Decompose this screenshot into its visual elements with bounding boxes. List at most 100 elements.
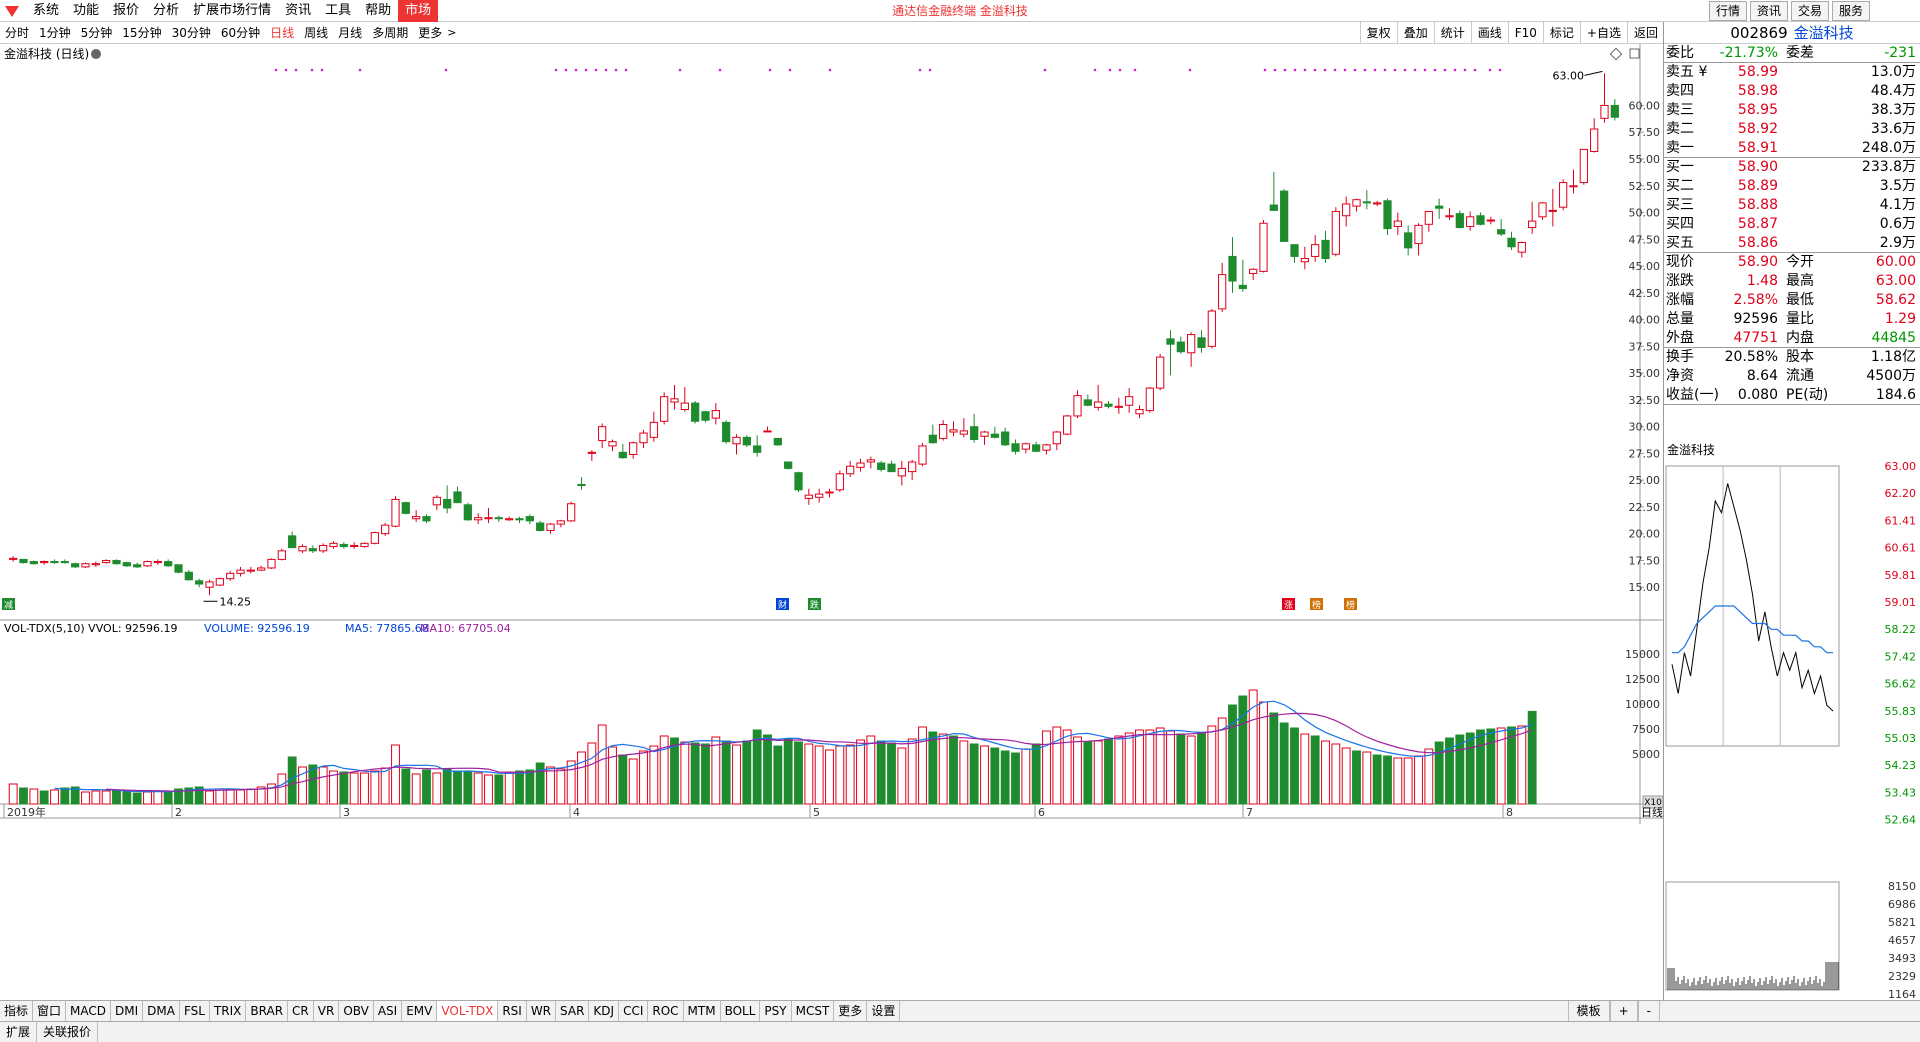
indicator-tab[interactable]: TRIX [210,1001,247,1021]
indicator-tab[interactable]: 指标 [0,1001,34,1021]
indicator-tool-button[interactable]: 模板 [1567,1001,1610,1021]
tab-extend[interactable]: 扩展 [0,1022,38,1042]
dropdown-icon[interactable] [91,49,101,59]
volume-bar [608,746,617,805]
candle-body [246,569,255,572]
btn-trade[interactable]: 交易 [1790,1,1829,21]
tool-draw[interactable]: 画线 [1470,22,1508,44]
period-5min[interactable]: 5分钟 [76,22,118,44]
price-tick-label: 30.00 [1629,421,1661,434]
period-1min[interactable]: 1分钟 [34,22,76,44]
tool-overlay[interactable]: 叠加 [1396,22,1434,44]
period-more[interactable]: 更多 [413,22,447,44]
menu-item-news[interactable]: 资讯 [278,0,318,22]
indicator-tab[interactable]: 窗口 [33,1001,67,1021]
volume-bar [1135,729,1144,805]
menu-item-quote[interactable]: 报价 [106,0,146,22]
indicator-tab[interactable]: WR [527,1001,557,1021]
volume-bar [81,791,90,805]
menu-item-ext-market[interactable]: 扩展市场行情 [186,0,278,22]
menu-item-system[interactable]: 系统 [26,0,66,22]
menu-item-market[interactable]: 市场 [398,0,439,22]
indicator-tab[interactable]: FSL [180,1001,210,1021]
buy-row: 买三 58.88 4.1万 [1664,196,1920,215]
indicator-tab[interactable]: BOLL [721,1001,761,1021]
volume-bar [370,770,380,805]
kline-chart-area[interactable]: 金溢科技 (日线) 60.00 57.50 55.00 52.50 50.00 47.50 4… [0,44,1663,1000]
tool-stats[interactable]: 统计 [1433,22,1471,44]
period-60min[interactable]: 60分钟 [216,22,265,44]
indicator-tab[interactable]: PSY [760,1001,792,1021]
candle-body [1517,242,1526,253]
stat-row: 净资 8.64 流通 4500万 [1664,367,1920,386]
tool-mark[interactable]: 标记 [1542,22,1580,44]
indicator-tab[interactable]: OBV [339,1001,374,1021]
chevron-right-icon[interactable]: > [447,26,456,39]
indicator-tab[interactable]: BRAR [246,1001,289,1021]
tool-restore-rights[interactable]: 复权 [1359,22,1397,44]
menu-item-analysis[interactable]: 分析 [146,0,186,22]
indicator-tab[interactable]: EMV [402,1001,438,1021]
period-tick[interactable]: 分时 [0,22,34,44]
mini-price-tick: 58.22 [1885,623,1917,636]
indicator-tab[interactable]: SAR [556,1001,590,1021]
indicator-tab[interactable]: RSI [498,1001,527,1021]
tool-f10[interactable]: F10 [1507,22,1543,44]
indicator-tab[interactable]: KDJ [589,1001,620,1021]
volume-bar [1176,733,1186,805]
menu-item-function[interactable]: 功能 [66,0,106,22]
indicator-tab[interactable]: DMI [111,1001,144,1021]
indicator-tab[interactable]: 更多 [834,1001,868,1021]
intraday-mini-chart[interactable]: 金溢科技 63.00 62.20 61.41 60.61 59.81 59.01 58.22 5… [1664,442,1920,1022]
tab-related-quotes[interactable]: 关联报价 [37,1022,99,1042]
candle-body [970,426,979,440]
intraday-mini-svg[interactable]: 金溢科技 63.00 62.20 61.41 60.61 59.81 59.01 58.22 5… [1664,442,1920,1001]
tool-add-fav[interactable]: +自选 [1579,22,1627,44]
event-dot [1473,68,1477,72]
indicator-tab[interactable]: MTM [684,1001,721,1021]
stock-name[interactable]: 金溢科技 [1794,22,1854,43]
indicator-tab[interactable]: VR [314,1001,340,1021]
app-logo-icon[interactable] [2,1,22,21]
candle-body [763,430,772,433]
menu-item-tools[interactable]: 工具 [318,0,358,22]
indicator-tab[interactable]: DMA [143,1001,180,1021]
btn-quotes[interactable]: 行情 [1708,1,1747,21]
volume-bar [783,738,793,805]
indicator-tab[interactable]: CR [288,1001,314,1021]
indicator-tab[interactable]: 设置 [867,1001,901,1021]
menu-item-help[interactable]: 帮助 [358,0,398,22]
volume-bar [1155,727,1165,805]
kline-chart-svg[interactable]: 金溢科技 (日线) 60.00 57.50 55.00 52.50 50.00 47.50 4… [0,44,1663,1000]
buy-label: 买三 [1666,197,1694,213]
mini-price-tick: 52.64 [1885,814,1917,827]
period-30min[interactable]: 30分钟 [167,22,216,44]
tool-back[interactable]: 返回 [1626,22,1664,44]
period-multi[interactable]: 多周期 [367,22,413,44]
volume-bar [494,774,504,805]
indicator-tab[interactable]: ROC [648,1001,684,1021]
indicator-tab[interactable]: VOL-TDX [437,1001,499,1021]
indicator-tool-button[interactable]: + [1609,1001,1638,1021]
period-15min[interactable]: 15分钟 [117,22,166,44]
indicator-tab[interactable]: ASI [374,1001,403,1021]
indicator-tab[interactable]: MCST [792,1001,835,1021]
candle-body [1445,215,1454,218]
period-weekly[interactable]: 周线 [299,22,333,44]
btn-info[interactable]: 资讯 [1749,1,1788,21]
candle-body [949,429,958,433]
candle-body [267,558,276,569]
volume-bar [463,771,473,805]
candle-body [835,473,844,491]
volume-bar [556,768,566,805]
diamond-icon[interactable] [1609,47,1623,61]
indicator-tab[interactable]: MACD [66,1001,112,1021]
maximize-icon[interactable] [1629,48,1640,59]
indicator-tab[interactable]: CCI [619,1001,649,1021]
btn-service[interactable]: 服务 [1831,1,1870,21]
period-monthly[interactable]: 月线 [333,22,367,44]
indicator-tool-button[interactable]: - [1637,1001,1660,1021]
sell-price: 58.95 [1737,102,1778,118]
mini-volume-tick: 8150 [1888,880,1916,893]
period-daily[interactable]: 日线 [265,22,299,44]
